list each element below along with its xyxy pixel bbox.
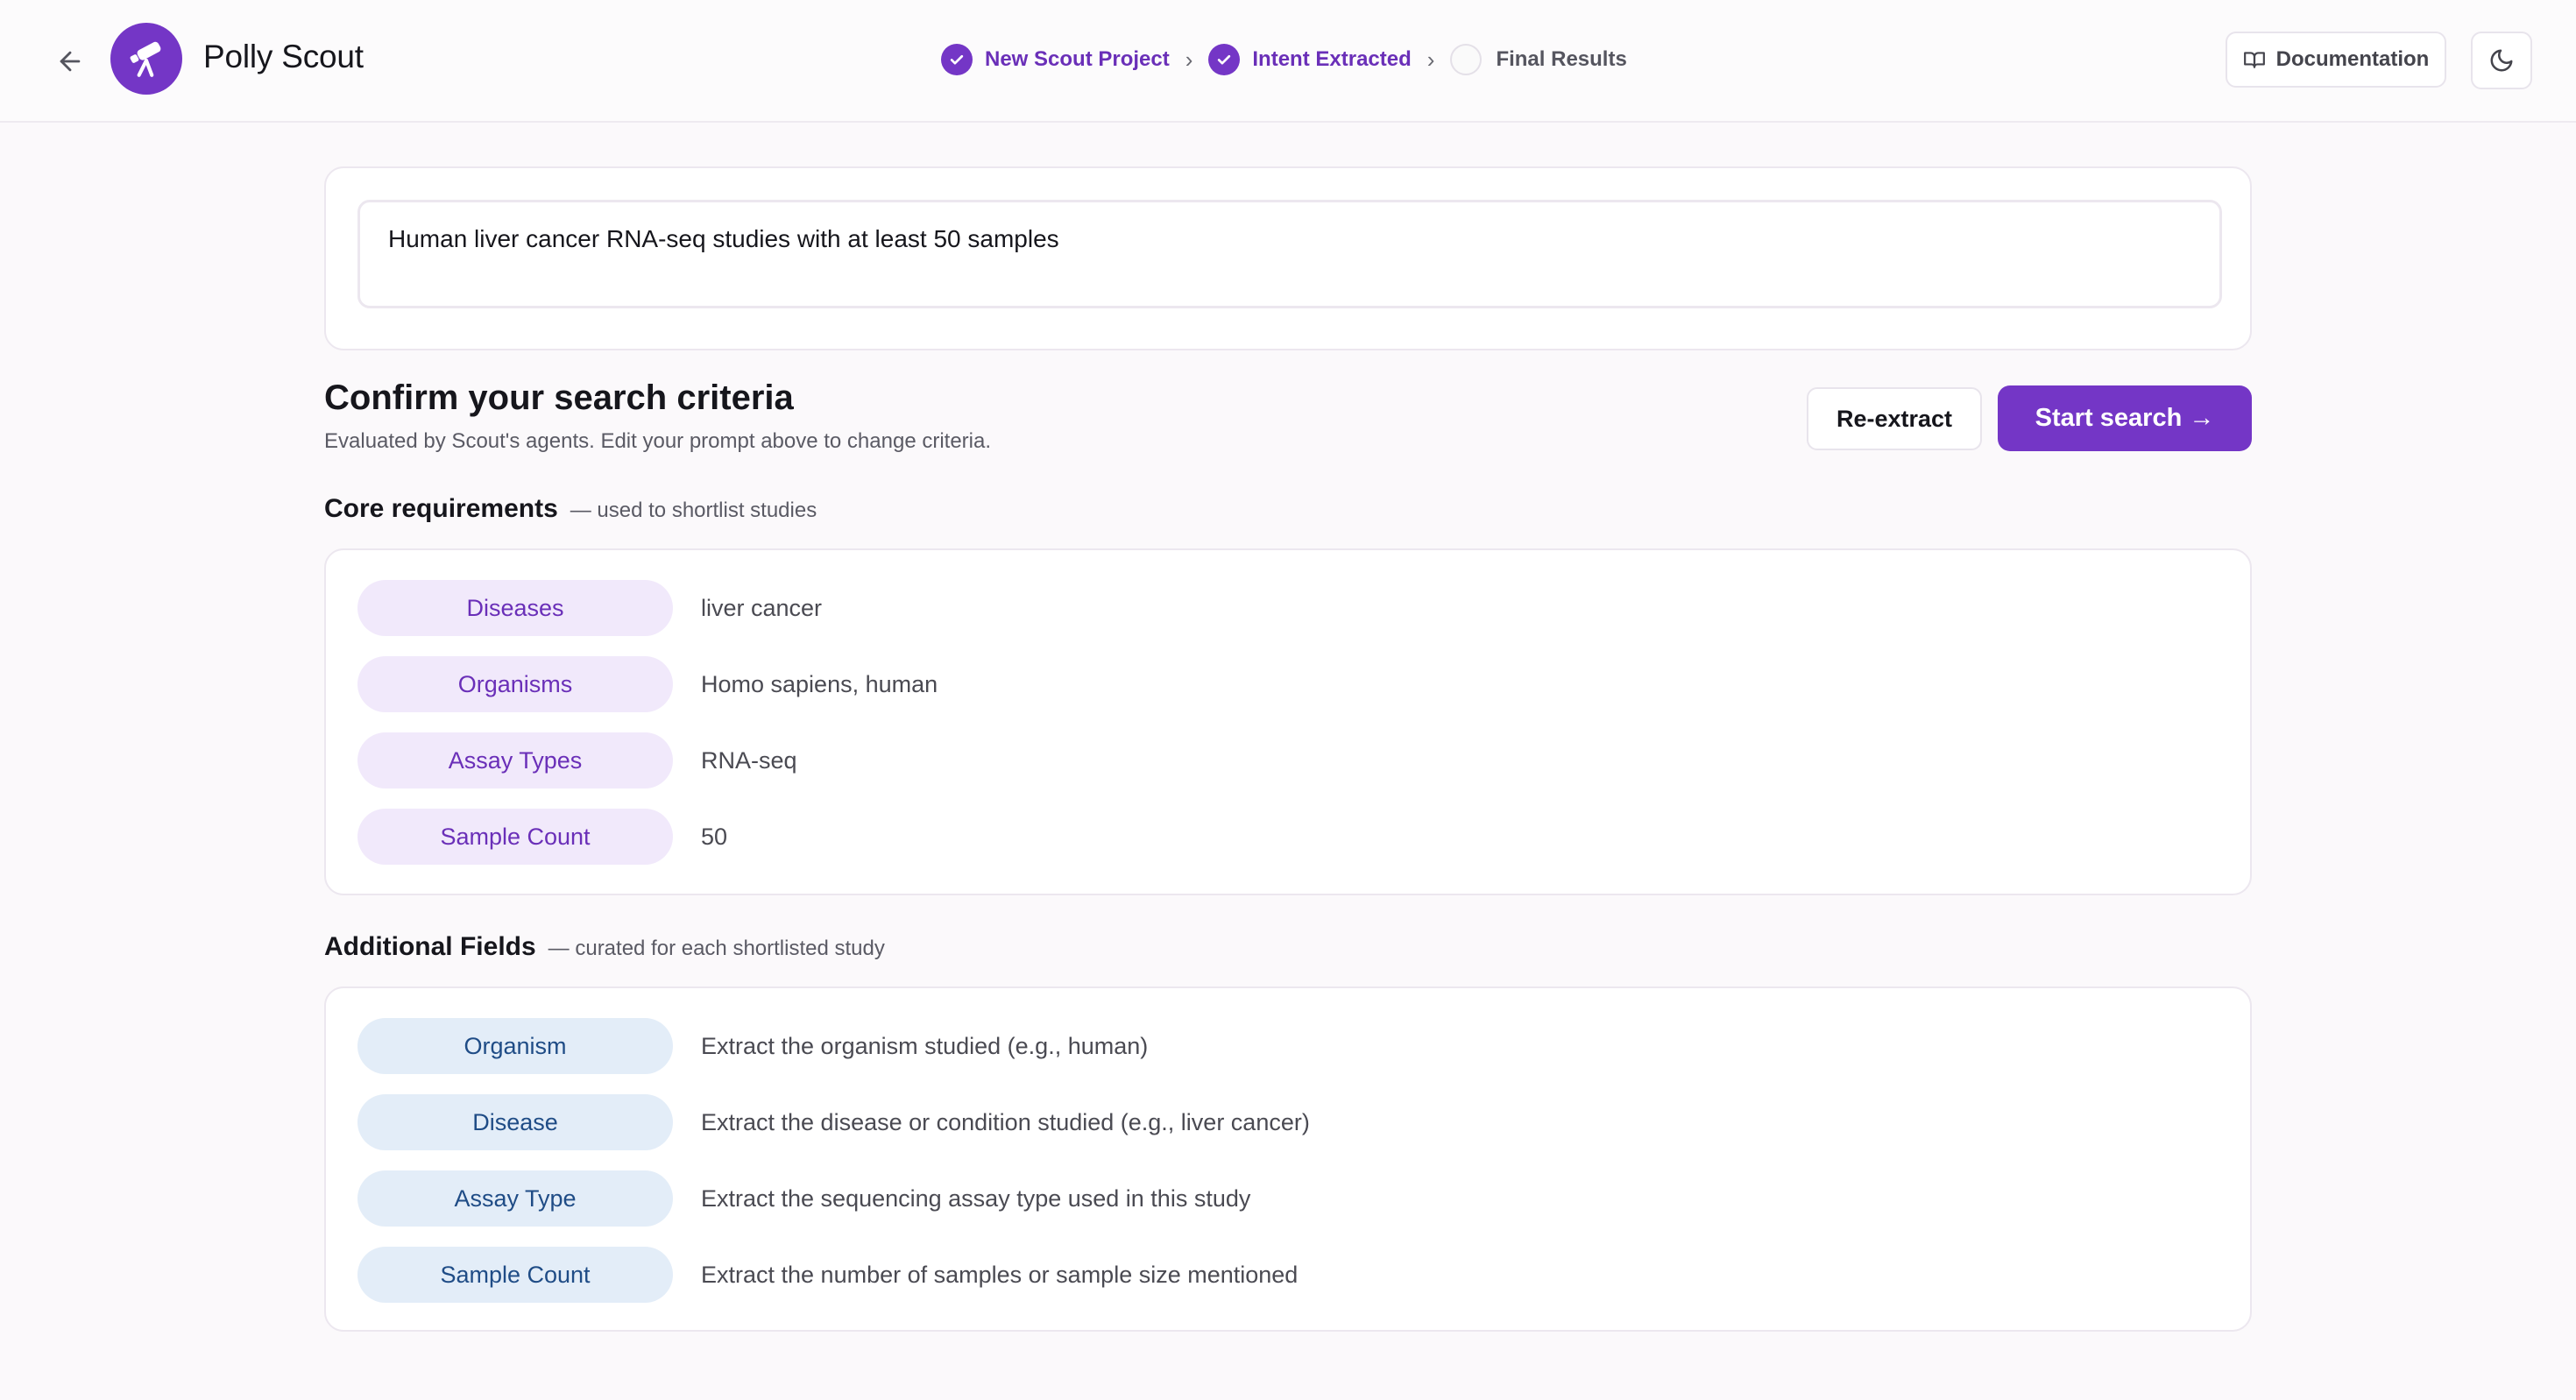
criteria-pill: Assay Types (357, 732, 673, 788)
criteria-value: RNA-seq (701, 746, 797, 774)
field-pill: Sample Count (357, 1247, 673, 1303)
list-item: Sample Count 50 (357, 809, 727, 865)
field-description: Extract the number of samples or sample … (701, 1261, 1299, 1288)
back-arrow-icon (60, 51, 81, 72)
app-title: Polly Scout (203, 39, 364, 74)
step-pending-circle (1450, 44, 1483, 75)
criteria-value: Homo sapiens, human (701, 670, 938, 697)
list-item: Assay Types RNA-seq (357, 732, 797, 788)
section-title: Core requirements (324, 494, 558, 523)
moon-icon (2490, 49, 2513, 72)
list-item: Sample Count Extract the number of sampl… (357, 1247, 1298, 1303)
field-description: Extract the organism studied (e.g., huma… (701, 1032, 1149, 1059)
criteria-pill: Diseases (357, 580, 673, 636)
documentation-label: Documentation (2275, 47, 2430, 71)
additional-fields-card: Organism Extract the organism studied (e… (324, 986, 2252, 1332)
criteria-value: liver cancer (701, 594, 823, 621)
book-icon (2243, 52, 2265, 68)
field-pill: Disease (357, 1094, 673, 1150)
prompt-card: Human liver cancer RNA-seq studies with … (324, 166, 2252, 350)
step-intent-extracted[interactable]: Intent Extracted (1208, 44, 1412, 75)
field-pill: Organism (357, 1018, 673, 1074)
documentation-button[interactable]: Documentation (2226, 32, 2446, 88)
chevron-right-icon: › (1426, 46, 1435, 73)
start-search-button[interactable]: Start search → (1998, 385, 2252, 451)
step-label: New Scout Project (985, 47, 1170, 71)
step-new-scout-project[interactable]: New Scout Project (941, 44, 1170, 75)
confirm-subtitle: Evaluated by Scout's agents. Edit your p… (324, 429, 992, 453)
field-description: Extract the sequencing assay type used i… (701, 1184, 1251, 1212)
list-item: Diseases liver cancer (357, 580, 822, 636)
section-title: Additional Fields (324, 932, 536, 961)
progress-steps: New Scout Project › Intent Extracted › F… (941, 42, 1627, 77)
back-button[interactable] (49, 40, 91, 82)
app-logo (110, 23, 182, 95)
confirm-title: Confirm your search criteria (324, 378, 794, 417)
field-pill: Assay Type (357, 1170, 673, 1227)
step-final-results[interactable]: Final Results (1450, 44, 1627, 75)
list-item: Organism Extract the organism studied (e… (357, 1018, 1148, 1074)
telescope-icon (130, 41, 161, 77)
check-icon (941, 44, 973, 75)
criteria-pill: Organisms (357, 656, 673, 712)
list-item: Disease Extract the disease or condition… (357, 1094, 1310, 1150)
section-note: — used to shortlist studies (570, 498, 817, 522)
field-description: Extract the disease or condition studied… (701, 1108, 1310, 1135)
re-extract-button[interactable]: Re-extract (1807, 387, 1982, 450)
core-requirements-card: Diseases liver cancer Organisms Homo sap… (324, 548, 2252, 895)
step-label: Intent Extracted (1252, 47, 1412, 71)
chevron-right-icon: › (1185, 46, 1193, 73)
check-icon (1208, 44, 1241, 75)
core-requirements-heading: Core requirements — used to shortlist st… (324, 494, 817, 524)
criteria-value: 50 (701, 823, 728, 850)
additional-fields-heading: Additional Fields — curated for each sho… (324, 932, 885, 962)
step-label: Final Results (1496, 47, 1627, 71)
list-item: Assay Type Extract the sequencing assay … (357, 1170, 1250, 1227)
top-bar: Polly Scout New Scout Project › Intent E… (0, 0, 2576, 123)
criteria-pill: Sample Count (357, 809, 673, 865)
section-note: — curated for each shortlisted study (548, 937, 885, 960)
list-item: Organisms Homo sapiens, human (357, 656, 938, 712)
prompt-input[interactable]: Human liver cancer RNA-seq studies with … (357, 200, 2222, 308)
theme-toggle-button[interactable] (2471, 32, 2532, 89)
